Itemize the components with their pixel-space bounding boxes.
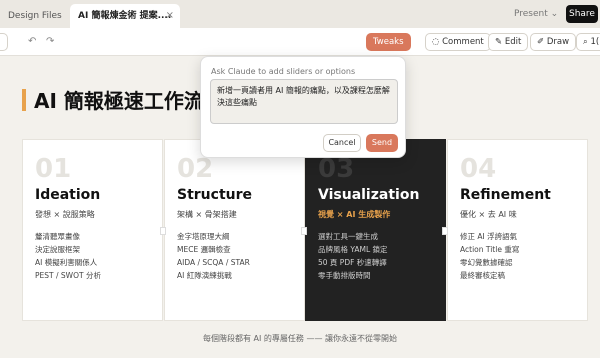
stage-card-structure: 02 Structure 架構 × 骨架搭建 金字塔原理大綱 MECE 邏輯檢查…	[164, 139, 305, 321]
stage-number: 02	[177, 154, 214, 184]
list-item: 最終審核定稿	[460, 271, 505, 280]
tab-presentation-label: AI 簡報煉金術 提案....	[78, 11, 172, 21]
list-item: 選對工具一鍵生成	[318, 232, 378, 241]
undo-icon[interactable]: ↶	[28, 36, 36, 47]
comment-label: Comment	[442, 37, 484, 47]
share-button[interactable]: Share	[566, 5, 598, 23]
edit-icon: ✎	[495, 37, 505, 47]
stage-subtitle: 視覺 × AI 生成製作	[318, 210, 391, 219]
tweaks-popup: Ask Claude to add sliders or options 新增一…	[200, 56, 406, 158]
stage-task-list: 釐清聽眾畫像 決定說服框架 AI 模擬利害關係人 PEST / SWOT 分析	[35, 230, 101, 282]
title-accent-bar	[22, 89, 26, 111]
list-item: AI 紅隊演練挑戰	[177, 271, 232, 280]
list-item: 零手動排版時間	[318, 271, 371, 280]
stage-name: Visualization	[318, 187, 420, 203]
list-item: 50 頁 PDF 秒速轉譯	[318, 258, 387, 267]
card-connector	[301, 227, 307, 235]
stage-subtitle: 發想 × 說服策略	[35, 210, 95, 219]
sidebar-toggle-button[interactable]	[0, 33, 8, 51]
stage-task-list: 金字塔原理大綱 MECE 邏輯檢查 AIDA / SCQA / STAR AI …	[177, 230, 250, 282]
list-item: 品牌風格 YAML 鎖定	[318, 245, 388, 254]
redo-icon[interactable]: ↷	[46, 36, 54, 47]
stage-card-refinement: 04 Refinement 優化 × 去 AI 味 修正 AI 浮誇語氣 Act…	[447, 139, 588, 321]
card-connector	[442, 227, 448, 235]
list-item: 釐清聽眾畫像	[35, 232, 80, 241]
list-item: 決定說服框架	[35, 245, 80, 254]
list-item: AIDA / SCQA / STAR	[177, 258, 250, 267]
list-item: PEST / SWOT 分析	[35, 271, 101, 280]
cancel-button[interactable]: Cancel	[323, 134, 361, 152]
stage-number: 04	[460, 154, 497, 184]
edit-button[interactable]: ✎ Edit	[488, 33, 529, 51]
list-item: 修正 AI 浮誇語氣	[460, 232, 518, 241]
stage-subtitle: 架構 × 骨架搭建	[177, 210, 237, 219]
popup-label: Ask Claude to add sliders or options	[211, 67, 356, 76]
list-item: 金字塔原理大綱	[177, 232, 230, 241]
edit-label: Edit	[504, 37, 522, 47]
pen-icon: ✐	[537, 37, 547, 47]
list-item: Action Title 重寫	[460, 245, 520, 254]
comment-icon: ◌	[432, 37, 443, 47]
stage-card-visualization: 03 Visualization 視覺 × AI 生成製作 選對工具一鍵生成 品…	[305, 139, 446, 321]
slide-title: AI 簡報極速工作流	[34, 89, 204, 113]
comment-button[interactable]: ◌ Comment	[425, 33, 491, 51]
prompt-input[interactable]: 新增一頁讀者用 AI 簡報的痛點，以及課程怎麼解決這些痛點	[210, 79, 398, 124]
stage-subtitle: 優化 × 去 AI 味	[460, 210, 517, 219]
stage-task-list: 修正 AI 浮誇語氣 Action Title 重寫 零幻覺數據確認 最終審核定…	[460, 230, 519, 282]
list-item: 零幻覺數據確認	[460, 258, 513, 267]
stage-card-ideation: 01 Ideation 發想 × 說服策略 釐清聽眾畫像 決定說服框架 AI 模…	[22, 139, 163, 321]
stage-task-list: 選對工具一鍵生成 品牌風格 YAML 鎖定 50 頁 PDF 秒速轉譯 零手動排…	[318, 230, 388, 282]
stage-number: 03	[318, 154, 355, 184]
send-button[interactable]: Send	[366, 134, 398, 152]
toolbar: ↶ ↷ Tweaks ◌ Comment ✎ Edit ✐ Draw ⌕ 1(	[0, 28, 600, 56]
stage-number: 01	[35, 154, 72, 184]
stage-name: Ideation	[35, 187, 101, 203]
list-item: MECE 邏輯檢查	[177, 245, 231, 254]
tab-design-files[interactable]: Design Files	[0, 4, 70, 28]
zoom-label: 1(	[590, 37, 600, 47]
close-icon[interactable]: ×	[166, 4, 174, 28]
card-connector	[160, 227, 166, 235]
draw-button[interactable]: ✐ Draw	[530, 33, 577, 51]
present-dropdown[interactable]: Present ⌄	[514, 6, 558, 22]
list-item: AI 模擬利害關係人	[35, 258, 98, 267]
zoom-control[interactable]: ⌕ 1(	[576, 33, 600, 51]
stage-name: Structure	[177, 187, 253, 203]
tab-bar: Design Files AI 簡報煉金術 提案.... × Present ⌄…	[0, 0, 600, 28]
stage-name: Refinement	[460, 187, 551, 203]
draw-label: Draw	[546, 37, 570, 47]
slide-footer: 每個階段都有 AI 的專屬任務 —— 讓你永遠不從零開始	[202, 334, 397, 343]
tweaks-button[interactable]: Tweaks	[366, 33, 411, 51]
tab-presentation[interactable]: AI 簡報煉金術 提案.... ×	[70, 4, 180, 28]
